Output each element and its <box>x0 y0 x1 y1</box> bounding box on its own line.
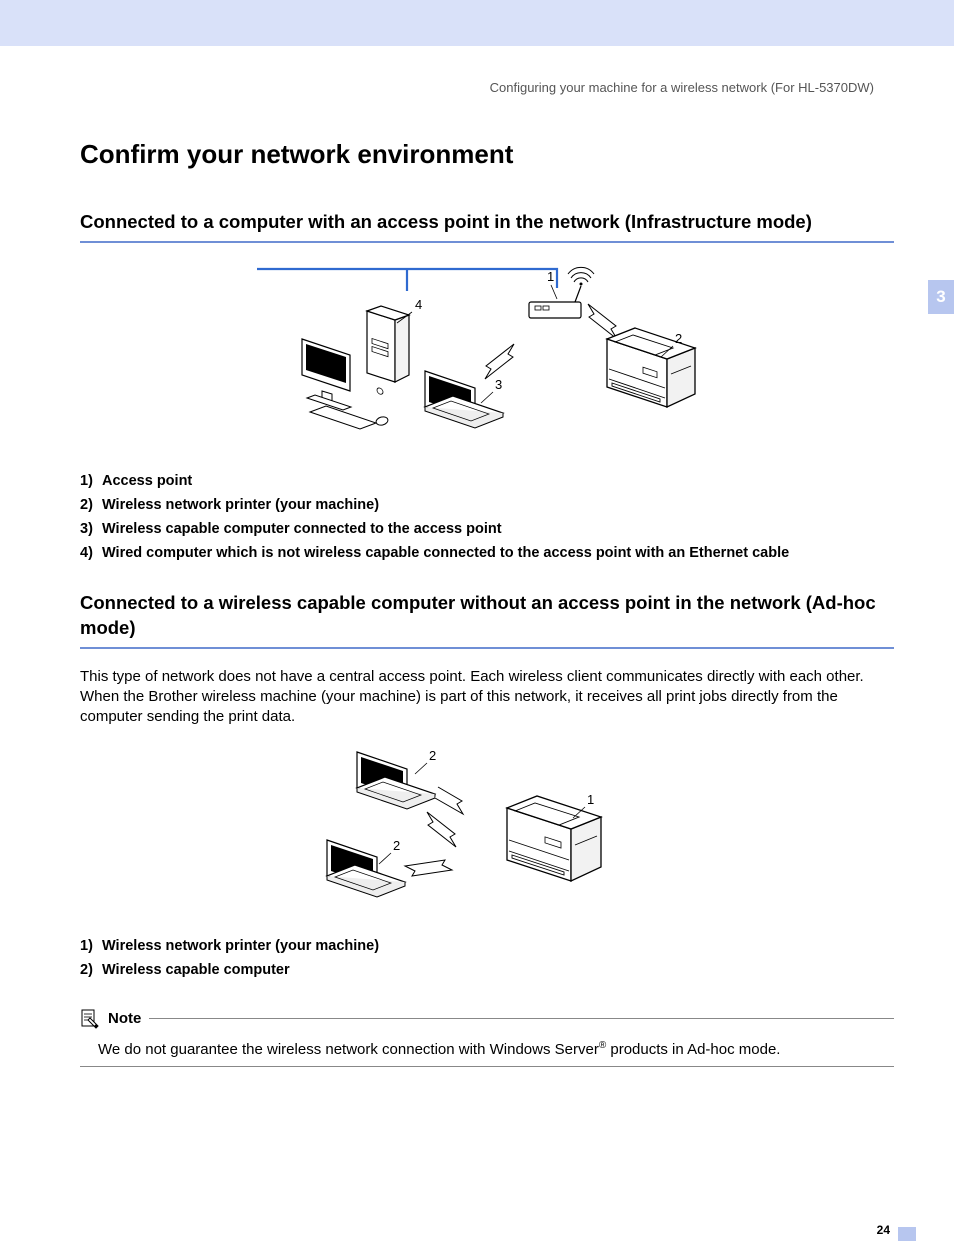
section1-legend: 1)Access point 2)Wireless network printe… <box>80 473 894 561</box>
callout-2a: 2 <box>429 748 436 763</box>
callout-1b: 1 <box>587 792 594 807</box>
list-item: 1)Wireless network printer (your machine… <box>80 938 894 954</box>
page-title: Confirm your network environment <box>80 139 894 170</box>
callout-4: 4 <box>415 297 422 312</box>
list-item: 2)Wireless capable computer <box>80 962 894 978</box>
note-icon <box>80 1008 100 1030</box>
note-block: Note We do not guarantee the wireless ne… <box>80 1008 894 1067</box>
list-item: 2)Wireless network printer (your machine… <box>80 497 894 513</box>
figure-adhoc: 2 2 <box>307 746 667 916</box>
note-label: Note <box>108 1010 141 1027</box>
section2-rule <box>80 647 894 649</box>
callout-3: 3 <box>495 377 502 392</box>
callout-2b: 2 <box>393 838 400 853</box>
callout-1: 1 <box>547 269 554 284</box>
page-content: Configuring your machine for a wireless … <box>0 80 954 1067</box>
section2-body: This type of network does not have a cen… <box>80 667 894 728</box>
callout-2: 2 <box>675 331 682 346</box>
figure-infrastructure: 1 4 <box>257 261 717 451</box>
note-body: We do not guarantee the wireless network… <box>98 1040 894 1058</box>
list-item: 3)Wireless capable computer connected to… <box>80 521 894 537</box>
running-header: Configuring your machine for a wireless … <box>80 80 894 95</box>
list-item: 1)Access point <box>80 473 894 489</box>
section1-heading: Connected to a computer with an access p… <box>80 210 894 235</box>
note-rule-bottom <box>80 1066 894 1067</box>
list-item: 4)Wired computer which is not wireless c… <box>80 545 894 561</box>
header-band <box>0 0 954 46</box>
section2-heading: Connected to a wireless capable computer… <box>80 591 894 641</box>
section1-rule <box>80 241 894 243</box>
section2-legend: 1)Wireless network printer (your machine… <box>80 938 894 978</box>
page-corner <box>898 1227 916 1241</box>
note-rule-top <box>149 1018 894 1019</box>
